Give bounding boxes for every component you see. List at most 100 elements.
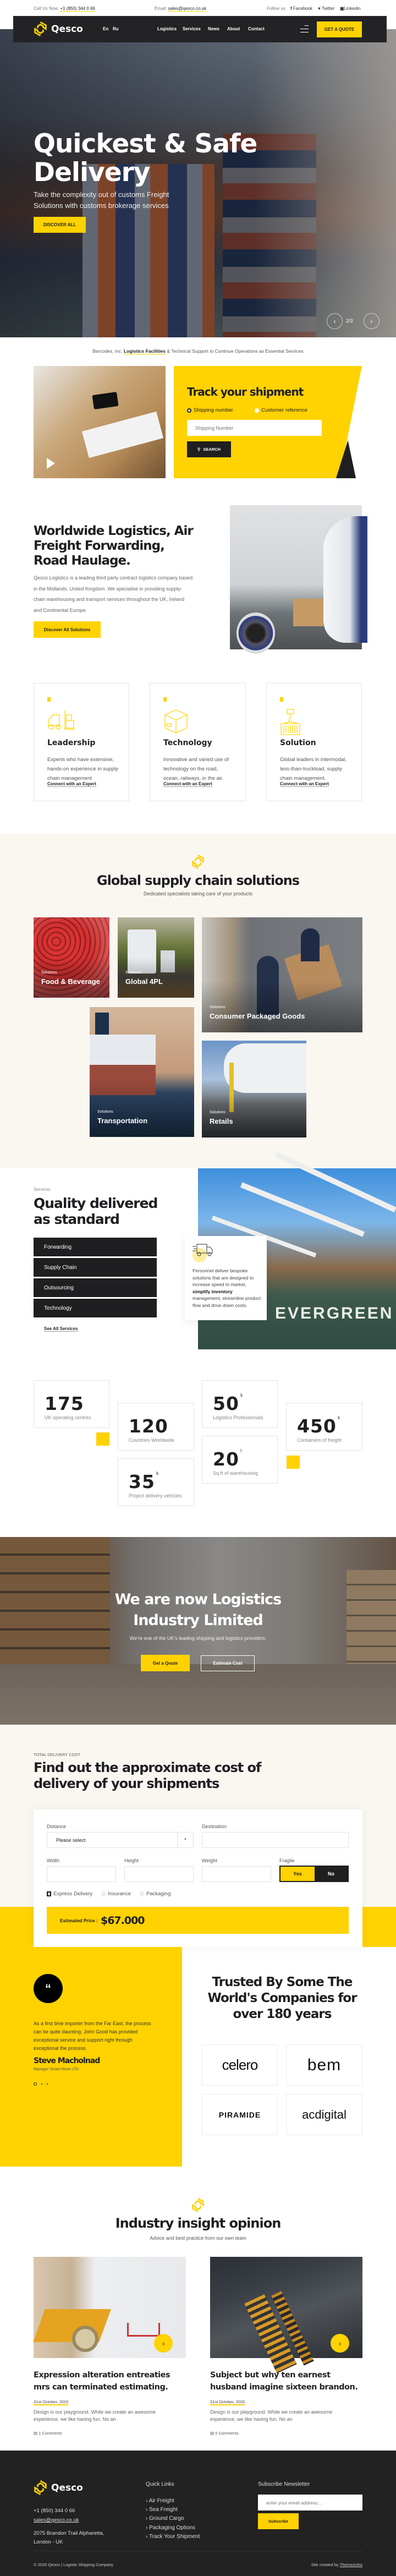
service-item-supply-chain[interactable]: Supply Chain — [34, 1258, 157, 1277]
evergreen-ship-text: EVERGREEN — [275, 1304, 394, 1322]
facebook-link[interactable]: f Facebook — [290, 6, 312, 11]
stat-containers: 450 k Containers of freight — [286, 1403, 362, 1451]
footer-link-sea-freight[interactable]: › Sea Freight — [146, 2507, 178, 2513]
post-comments[interactable]: ▤ 1 Comments — [34, 2431, 62, 2436]
follow-label: Follow us — [267, 6, 285, 11]
radio-customer-reference[interactable]: Customer reference — [255, 407, 307, 413]
read-more-button[interactable]: › — [154, 2334, 173, 2353]
copyright: © 2020 Qesco | Logistic Shipping Company — [34, 2562, 114, 2567]
stat-vehicles: 35 k Project delivery vehicles — [118, 1458, 194, 1506]
stat-professionals: 50 k Logistics Professionals — [202, 1380, 278, 1428]
footer-link-ground-cargo[interactable]: › Ground Cargo — [146, 2515, 184, 2522]
fragile-yes-option[interactable]: Yes — [280, 1867, 315, 1881]
radio-checked-icon — [187, 408, 191, 413]
lang-ru[interactable]: Ru — [113, 26, 119, 31]
logistics-facilities-link[interactable]: Logistics Facilities — [123, 348, 166, 354]
hero-subtitle: Take the complexity out of customs Freig… — [34, 190, 169, 210]
email-link[interactable]: sales@qesco.co.uk — [168, 6, 206, 12]
footer-link-packaging-options[interactable]: › Packaging Options — [146, 2525, 195, 2531]
stat-countries: 120 Countries Worldwide — [118, 1403, 194, 1451]
testimonial-role: Manager Smart Move LTD — [34, 2068, 79, 2071]
nav-news[interactable]: News — [208, 26, 219, 31]
footer-link-air-freight[interactable]: › Air Freight — [146, 2498, 174, 2504]
destination-input[interactable] — [202, 1832, 349, 1848]
connect-expert-link[interactable]: Connect with an Expert — [47, 781, 96, 787]
banner-title: We are now Logistics Industry Limited — [114, 1591, 282, 1629]
chevron-right-icon: › — [338, 2339, 342, 2348]
read-more-button[interactable]: › — [331, 2334, 349, 2353]
see-all-services-link[interactable]: See All Services — [44, 1326, 78, 1332]
footer-logo-text[interactable]: Qesco — [51, 2482, 83, 2493]
email-info: Email: sales@qesco.co.uk — [155, 6, 206, 12]
logo-icon — [34, 2480, 47, 2495]
slider-prev-button[interactable]: ‹ — [327, 313, 343, 329]
linkedin-link[interactable]: ▣Linkedin — [340, 6, 360, 11]
estimated-price-bar: Estimated Price : $67.000 — [47, 1907, 349, 1934]
shipping-number-input[interactable] — [187, 420, 322, 436]
newsletter-email-input[interactable] — [258, 2495, 362, 2511]
solution-transportation[interactable]: Solutions Transportation — [90, 1007, 194, 1137]
subscribe-button[interactable]: Subscribe — [258, 2513, 299, 2529]
post-image[interactable]: › — [210, 2257, 362, 2373]
radio-shipping-number[interactable]: Shipping number — [187, 407, 233, 413]
services-title: Quality delivered as standard — [34, 1195, 158, 1227]
nav-logistics[interactable]: Logistics — [157, 26, 177, 31]
connect-expert-link[interactable]: Connect with an Expert — [280, 781, 329, 787]
post-comments[interactable]: ▤ 0 Comments — [210, 2431, 239, 2436]
logo-text[interactable]: Qesco — [51, 24, 83, 35]
lang-en[interactable]: En — [103, 26, 108, 31]
distance-select[interactable]: Please select ▼ — [47, 1832, 194, 1848]
stat-uk-centres: 175 UK operating centres — [34, 1380, 109, 1428]
discover-all-button[interactable]: DISCOVER ALL — [34, 217, 86, 233]
slide-dot[interactable] — [47, 2083, 48, 2085]
search-button[interactable]: ⚲ SEARCH — [187, 441, 231, 457]
twitter-link[interactable]: ♥ Twitter — [318, 6, 334, 11]
post-date: 31st October, 2020 — [34, 2399, 69, 2405]
service-item-technology[interactable]: Technology — [34, 1299, 157, 1317]
fragile-no-option[interactable]: No — [315, 1867, 348, 1881]
package-video-image[interactable] — [34, 366, 166, 478]
solution-global-4pl[interactable]: Solutions Global 4PL — [118, 917, 194, 998]
width-input[interactable] — [47, 1866, 116, 1882]
insurance-checkbox[interactable]: Insurance — [101, 1891, 131, 1897]
weight-input[interactable] — [202, 1866, 271, 1882]
comment-icon: ▤ — [34, 2431, 38, 2436]
packaging-checkbox[interactable]: Packaging — [140, 1891, 170, 1897]
blog-post-card: › Subject but why ten earnest husband im… — [210, 2257, 362, 2436]
nav-contact[interactable]: Contact — [248, 26, 265, 31]
air-cargo-image — [230, 505, 367, 654]
footer-email[interactable]: sales@qesco.co.uk — [34, 2517, 79, 2523]
slider-next-button[interactable]: › — [364, 313, 380, 329]
facebook-icon: f — [290, 6, 292, 11]
post-image[interactable]: › — [33, 2257, 186, 2358]
hamburger-menu-icon[interactable] — [300, 25, 309, 32]
service-item-forwarding[interactable]: Forwarding — [34, 1238, 157, 1256]
slide-dot[interactable] — [41, 2083, 42, 2085]
post-title[interactable]: Expression alteration entreaties mrs can… — [34, 2369, 182, 2393]
post-title[interactable]: Subject but why ten earnest husband imag… — [210, 2369, 359, 2393]
themezinho-link[interactable]: Themezinho — [340, 2562, 362, 2567]
search-icon: ⚲ — [197, 447, 201, 452]
service-item-outsourcing[interactable]: Outsourcing — [34, 1278, 157, 1297]
get-quote-button[interactable]: GET A QUOTE — [317, 21, 362, 37]
phone-link[interactable]: +1 (850) 344 0 66 — [60, 6, 95, 12]
solutions-title: Global supply chain solutions — [96, 873, 300, 888]
discover-solutions-button[interactable]: Discover All Solutions — [34, 621, 101, 638]
footer-link-track-shipment[interactable]: › Track Your Shipment — [146, 2534, 200, 2540]
slide-dot-active[interactable] — [34, 2082, 37, 2086]
nav-about[interactable]: About — [227, 26, 240, 31]
solution-food-beverage[interactable]: Solutions Food & Beverage — [34, 917, 109, 998]
play-icon[interactable] — [47, 458, 55, 469]
solution-retails[interactable]: Solutions Retails — [202, 1041, 306, 1137]
slide-counter: 2/3 — [346, 318, 353, 324]
nav-services[interactable]: Services — [183, 26, 201, 31]
solution-consumer-packaged-goods[interactable]: Solutions Consumer Packaged Goods — [202, 917, 362, 1032]
main-header: Qesco En Ru Logistics Services News Abou… — [13, 16, 387, 42]
height-input[interactable] — [124, 1866, 194, 1882]
footer-phone[interactable]: +1 (850) 344 0 66 — [34, 2508, 75, 2514]
connect-expert-link[interactable]: Connect with an Expert — [163, 781, 212, 787]
estimate-cost-button[interactable]: Estimate Cost — [201, 1655, 255, 1671]
get-quote-banner-button[interactable]: Get a Qoute — [141, 1655, 190, 1671]
express-delivery-checkbox[interactable]: Express Delivery — [47, 1891, 92, 1897]
twitter-icon: ♥ — [318, 6, 321, 11]
